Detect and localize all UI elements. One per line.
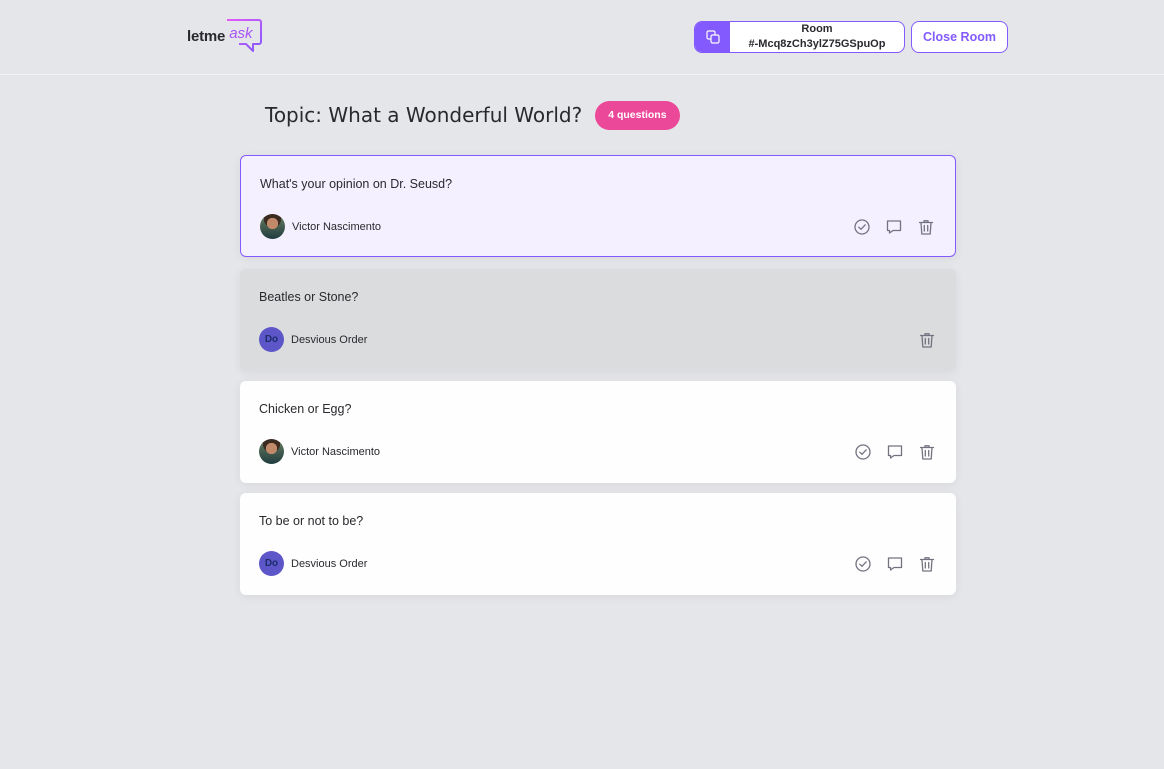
room-code-text: Room #-Mcq8zCh3ylZ75GSpuOp	[730, 22, 904, 52]
author-name: Victor Nascimento	[291, 445, 381, 458]
logo-text-letme: letme	[187, 27, 226, 45]
question-count-badge: 4 questions	[595, 100, 680, 130]
question-card: Beatles or Stone? Do Desvious Order	[240, 269, 956, 371]
question-actions	[851, 216, 937, 238]
question-content: Chicken or Egg?	[259, 402, 352, 416]
question-card: To be or not to be? Do Desvious Order	[240, 493, 956, 595]
avatar: Do	[259, 551, 284, 576]
question-content: Beatles or Stone?	[259, 290, 359, 304]
page-title: Topic: What a Wonderful World?	[265, 103, 583, 127]
avatar: Do	[259, 327, 284, 352]
trash-icon[interactable]	[916, 329, 938, 351]
chat-bubble-icon[interactable]	[884, 553, 906, 575]
question-card: Chicken or Egg? Victor Nascimento	[240, 381, 956, 483]
logo-ask-bubble: ask	[227, 18, 267, 54]
question-actions	[852, 441, 938, 463]
question-author: Do Desvious Order	[259, 551, 367, 576]
letmeask-logo[interactable]: letme ask	[187, 18, 267, 54]
header: letme ask Room #-Mcq8zCh3ylZ75GSpuOp Clo…	[0, 0, 1164, 75]
avatar	[260, 214, 285, 239]
close-room-button[interactable]: Close Room	[911, 21, 1008, 53]
question-actions	[916, 329, 938, 351]
question-author: Victor Nascimento	[260, 214, 381, 239]
chat-bubble-icon[interactable]	[883, 216, 905, 238]
room-code-value: #-Mcq8zCh3ylZ75GSpuOp	[748, 38, 886, 50]
avatar	[259, 439, 284, 464]
trash-icon[interactable]	[915, 216, 937, 238]
question-actions	[852, 553, 938, 575]
check-circle-icon[interactable]	[852, 553, 874, 575]
copy-icon[interactable]	[695, 22, 730, 52]
check-circle-icon[interactable]	[851, 216, 873, 238]
author-name: Desvious Order	[291, 333, 368, 346]
question-card: What's your opinion on Dr. Seusd? Victor…	[240, 155, 956, 257]
author-name: Victor Nascimento	[292, 220, 382, 233]
trash-icon[interactable]	[916, 441, 938, 463]
question-author: Victor Nascimento	[259, 439, 380, 464]
question-author: Do Desvious Order	[259, 327, 367, 352]
room-label: Room	[801, 23, 833, 35]
trash-icon[interactable]	[916, 553, 938, 575]
chat-bubble-icon[interactable]	[884, 441, 906, 463]
room-code-button[interactable]: Room #-Mcq8zCh3ylZ75GSpuOp	[694, 21, 905, 53]
logo-text-ask: ask	[229, 25, 253, 42]
check-circle-icon[interactable]	[852, 441, 874, 463]
question-content: What's your opinion on Dr. Seusd?	[260, 177, 453, 191]
room-title-row: Topic: What a Wonderful World? 4 questio…	[265, 100, 680, 130]
author-name: Desvious Order	[291, 557, 368, 570]
question-content: To be or not to be?	[259, 514, 364, 528]
